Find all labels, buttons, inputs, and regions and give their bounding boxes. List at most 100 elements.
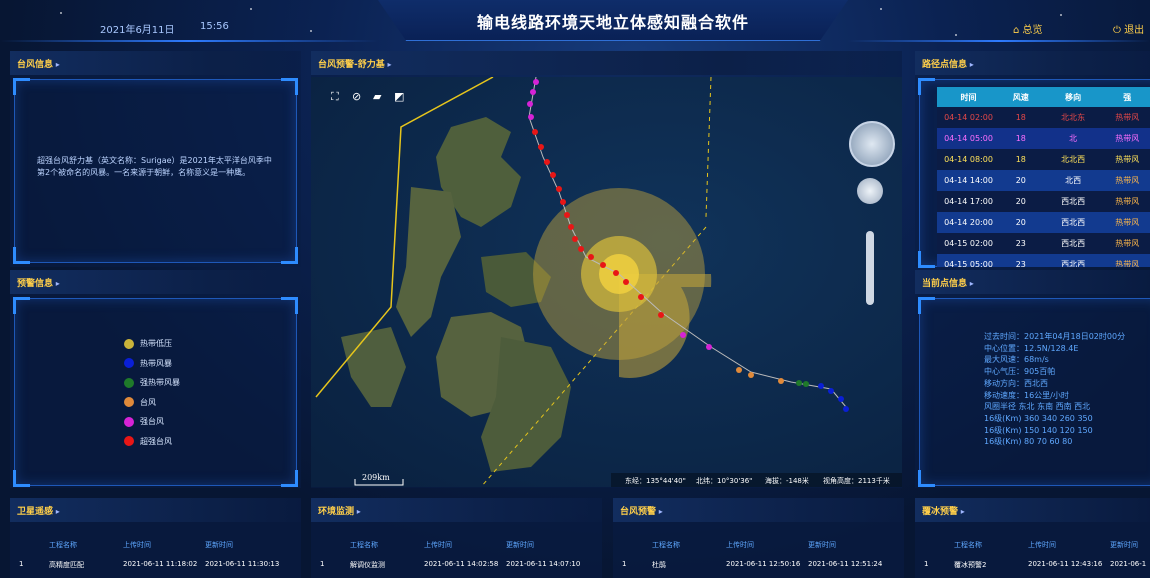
column-header[interactable]: 时间	[937, 87, 1000, 107]
typhoon-description: 超强台风舒力基（英文名称：Surigae）是2021年太平洋台风季中第2个被命名…	[37, 156, 272, 177]
cell-dir: 北	[1069, 134, 1078, 143]
bottom-cell[interactable]: 解调仪监测	[350, 560, 385, 570]
cell-time: 04-15 05:00	[944, 260, 993, 267]
bottom-column-header: 更新时间	[205, 541, 233, 549]
legend-dot	[124, 338, 134, 349]
bottom-cell[interactable]: 2021-06-11 14:02:58	[424, 560, 498, 568]
bottom-column-header: 上传时间	[726, 541, 754, 549]
bottom-cell[interactable]: 2021-06-11 12:51:24	[808, 560, 882, 568]
compass-control[interactable]	[849, 121, 895, 167]
bottom-column-header: 工程名称	[652, 541, 680, 549]
cell-speed: 18	[1015, 113, 1026, 122]
bottom-panel-header: 覆冰预警	[915, 498, 1150, 522]
exit-button[interactable]: ⏻ 退出	[1113, 21, 1144, 36]
coord-lat: 北纬：10°30'36"	[696, 477, 753, 485]
table-row[interactable]: 04-14 02:00 18 北北东 热带风	[937, 107, 1150, 128]
bottom-cell[interactable]: 2021-06-11 12:43:16	[1028, 560, 1102, 568]
cell-speed: 20	[1015, 197, 1026, 206]
bottom-cell[interactable]: 2021-06-11 14:07:10	[506, 560, 580, 568]
legend-label: 热带风暴	[140, 358, 172, 368]
bottom-cell[interactable]: 2021-06-11 11:18:02	[123, 560, 197, 568]
bottom-cell[interactable]: 1	[622, 560, 626, 568]
current-point-line: 16级(Km) 360 340 260 350	[984, 413, 1093, 423]
path-points-title: 路径点信息	[922, 57, 974, 70]
typhoon-map[interactable]: ⛶ ⊘ ▰ ◩ 209km 东经：135°44'40" 北纬：10°30'36"…	[311, 77, 902, 487]
legend-label: 热带低压	[140, 339, 172, 348]
legend-dot	[124, 397, 134, 407]
bottom-cell[interactable]: 1	[924, 560, 928, 568]
cell-dir: 北北西	[1061, 155, 1086, 164]
bottom-column-header: 上传时间	[1028, 541, 1056, 549]
current-point-line: 风圈半径 东北 东南 西南 西北	[984, 402, 1091, 412]
legend-dot	[124, 416, 134, 427]
current-point-line: 过去时间：2021年04月18日02时00分	[984, 332, 1126, 341]
header-divider-right	[848, 40, 1150, 42]
table-row[interactable]: 04-15 02:00 23 西北西 热带风	[937, 233, 1150, 254]
cell-speed: 18	[1015, 134, 1026, 143]
eraser-icon[interactable]: ◩	[394, 90, 407, 103]
bottom-column-header: 更新时间	[1110, 541, 1138, 549]
header-divider-left	[0, 40, 378, 42]
warning-info-frame	[13, 297, 298, 487]
legend-dot	[124, 358, 134, 368]
table-row[interactable]: 04-14 08:00 18 北北西 热带风	[937, 149, 1150, 170]
cell-level: 热带风	[1115, 113, 1140, 122]
home-label: 总览	[1022, 25, 1043, 36]
bottom-panel-title: 台风预警	[620, 504, 663, 517]
bottom-cell[interactable]: 覆冰预警2	[954, 560, 986, 570]
cell-speed: 18	[1015, 155, 1026, 164]
column-header[interactable]: 移向	[1041, 87, 1105, 107]
path-points-table: 时间 风速 移向强 04-14 02:00 18 北北东 热带风 04-14 05:00 18…	[937, 87, 1150, 267]
cell-level: 热带风	[1115, 218, 1140, 227]
coord-lon: 东经：135°44'40"	[625, 477, 686, 485]
legend-label: 强台风	[140, 417, 164, 426]
power-icon: ⏻	[1113, 25, 1121, 36]
bottom-panel-header: 台风预警	[613, 498, 904, 522]
bottom-cell[interactable]: 2021-06-11 12:50:16	[726, 560, 800, 568]
bottom-cell[interactable]: 2021-06-1	[1110, 560, 1146, 568]
bottom-panel-title: 环境监测	[318, 504, 361, 517]
coord-view-height: 视角高度：2113千米	[823, 477, 890, 485]
ruler-icon[interactable]: ⊘	[352, 90, 365, 103]
zoom-slider[interactable]	[866, 231, 874, 305]
measure-icon[interactable]: ⛶	[331, 90, 344, 103]
pan-control[interactable]	[857, 178, 883, 204]
bottom-panel: 覆冰预警工程名称 上传时间 更新时间 1 覆冰预警2 2021-06-11 12:43:1…	[915, 498, 1150, 578]
table-row[interactable]: 04-14 20:00 20 西北西 热带风	[937, 212, 1150, 233]
legend-item: 强热带风暴	[124, 377, 180, 389]
scale-label: 209km	[362, 473, 390, 482]
bottom-panel: 台风预警工程名称 上传时间 更新时间 1 杜鹃 2021-06-11 12:50:16 20…	[613, 498, 904, 578]
home-button[interactable]: ⌂ 总览	[1013, 21, 1043, 36]
warning-info-title: 预警信息	[17, 276, 60, 289]
table-row[interactable]: 04-14 17:00 20 西北西 热带风	[937, 191, 1150, 212]
legend-item: 热带风暴	[124, 358, 172, 370]
table-row[interactable]: 04-15 05:00 23 西北西 热带风	[937, 254, 1150, 267]
cell-level: 热带风	[1115, 197, 1140, 206]
table-row[interactable]: 04-14 14:00 20 北西 热带风	[937, 170, 1150, 191]
column-header[interactable]: 风速	[1000, 87, 1042, 107]
bottom-cell[interactable]: 高精度匹配	[49, 560, 84, 570]
path-table-clip: 时间 风速 移向强 04-14 02:00 18 北北东 热带风 04-14 05:00 18…	[937, 87, 1150, 267]
bottom-column-header: 工程名称	[49, 541, 77, 549]
cell-dir: 北北东	[1061, 113, 1086, 122]
bottom-cell[interactable]: 1	[320, 560, 324, 568]
bottom-panel-title: 卫星遥感	[17, 504, 60, 517]
typhoon-info-title: 台风信息	[17, 57, 60, 70]
cell-time: 04-15 02:00	[944, 239, 993, 248]
coord-alt: 海拔：-148米	[765, 477, 809, 485]
bottom-cell[interactable]: 杜鹃	[652, 560, 666, 570]
bottom-panel-header: 卫星遥感	[10, 498, 301, 522]
column-header[interactable]: 强	[1104, 87, 1150, 107]
cell-dir: 西北西	[1061, 260, 1086, 267]
bottom-cell[interactable]: 1	[19, 560, 23, 568]
bottom-cell[interactable]: 2021-06-11 11:30:13	[205, 560, 279, 568]
cell-speed: 20	[1015, 218, 1026, 227]
table-row[interactable]: 04-14 05:00 18 北 热带风	[937, 128, 1150, 149]
paint-bucket-icon[interactable]: ▰	[373, 90, 386, 103]
map-title: 台风预警-舒力基	[318, 57, 392, 70]
map-layer	[311, 77, 902, 487]
cell-time: 04-14 20:00	[944, 218, 993, 227]
legend-label: 强热带风暴	[140, 378, 180, 387]
bottom-panel: 卫星遥感工程名称 上传时间 更新时间 1 高精度匹配 2021-06-11 11:18:0…	[10, 498, 301, 578]
current-point-line: 移动方向：西北西	[984, 378, 1048, 388]
